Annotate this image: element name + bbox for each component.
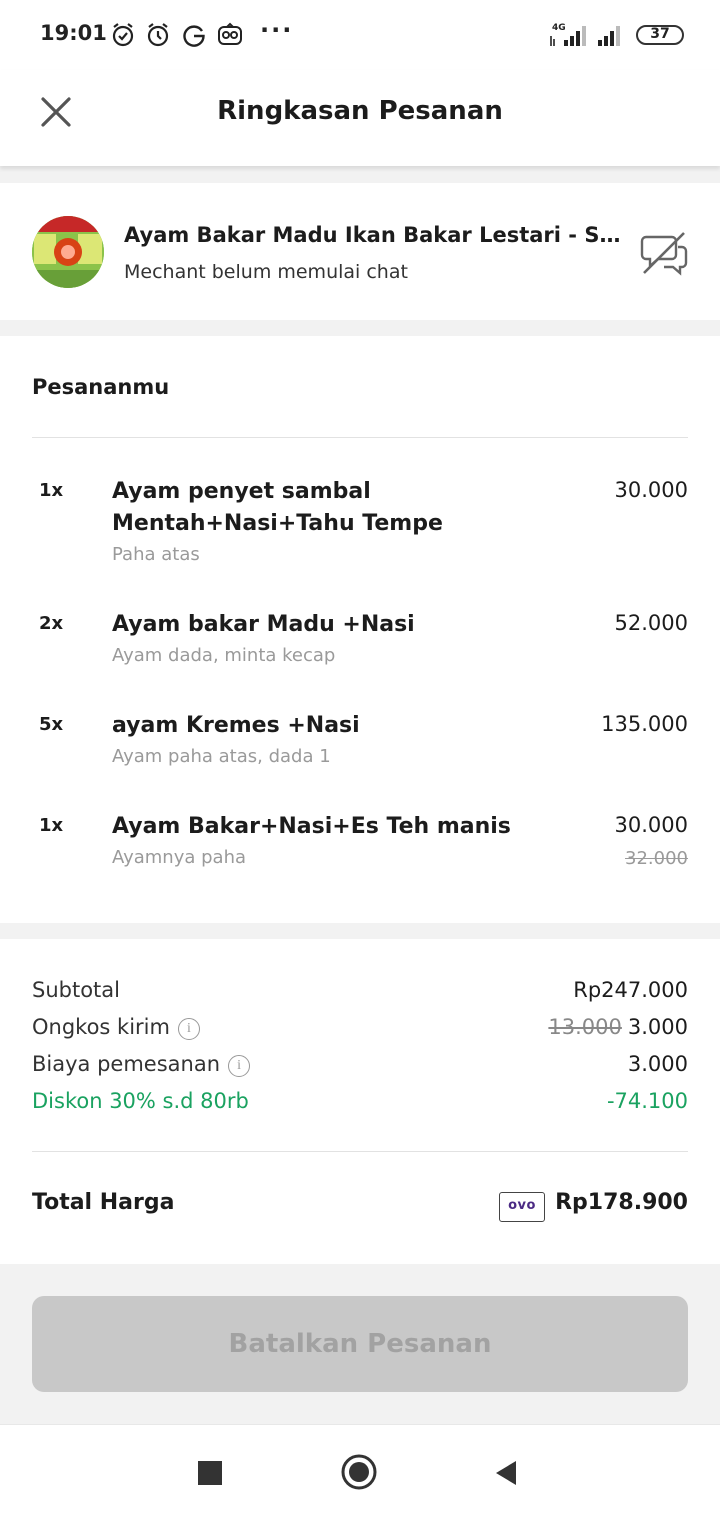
delivery-fee-row: Ongkos kirim i 13.000 3.000	[32, 1015, 688, 1045]
item-original-price: 32.000	[625, 848, 688, 869]
order-list-section: Pesananmu 1x Ayam penyet sambal Mentah+N…	[0, 336, 720, 923]
divider	[32, 437, 688, 438]
cancel-order-button[interactable]: Batalkan Pesanan	[32, 1296, 688, 1392]
order-fee-value: 3.000	[627, 1052, 688, 1076]
network-type-label: 4G	[552, 23, 566, 33]
item-note: Paha atas	[112, 544, 200, 565]
item-note: Ayam paha atas, dada 1	[112, 746, 331, 767]
item-note: Ayamnya paha	[112, 847, 247, 868]
item-quantity: 1x	[39, 480, 64, 501]
delivery-fee-value: 3.000	[627, 1015, 688, 1039]
total-value: Rp178.900	[555, 1190, 688, 1215]
item-quantity: 1x	[39, 815, 64, 836]
item-price: 30.000	[614, 813, 688, 837]
item-name: ayam Kremes +Nasi	[112, 713, 360, 738]
home-icon[interactable]	[340, 1453, 378, 1491]
ovo-payment-badge: ovo	[499, 1192, 545, 1222]
subtotal-row: Subtotal Rp247.000	[32, 978, 688, 1008]
item-price: 135.000	[601, 712, 688, 736]
signal-icon	[598, 26, 620, 46]
signal-4g-icon: 4G	[550, 23, 586, 46]
recents-icon[interactable]	[198, 1461, 222, 1485]
discount-row: Diskon 30% s.d 80rb -74.100	[32, 1089, 688, 1119]
order-fee-label: Biaya pemesanan	[32, 1052, 221, 1076]
item-note: Ayam dada, minta kecap	[112, 645, 336, 666]
total-label: Total Harga	[32, 1190, 175, 1215]
alarm-check-icon	[112, 23, 134, 47]
item-price: 30.000	[614, 478, 688, 502]
app-header: Ringkasan Pesanan	[0, 70, 720, 166]
item-quantity: 5x	[39, 714, 64, 735]
delivery-info-icon[interactable]: i	[177, 1018, 200, 1040]
divider	[32, 1151, 688, 1152]
item-price: 52.000	[614, 611, 688, 635]
more-notifications-icon: ···	[260, 16, 294, 44]
subtotal-label: Subtotal	[32, 978, 120, 1002]
delivery-fee-label: Ongkos kirim	[32, 1015, 170, 1039]
alarm-icon	[147, 23, 169, 47]
price-summary: Subtotal Rp247.000 Ongkos kirim i 13.000 3…	[0, 939, 720, 1264]
action-area: Batalkan Pesanan	[0, 1264, 720, 1424]
discount-label: Diskon 30% s.d 80rb	[32, 1089, 249, 1113]
chat-disabled-icon[interactable]	[638, 227, 690, 279]
tripadvisor-icon	[218, 22, 242, 45]
item-name: Ayam Bakar+Nasi+Es Teh manis	[112, 814, 511, 839]
order-fee-info-icon[interactable]: i	[228, 1055, 251, 1077]
delivery-fee-original: 13.000	[548, 1015, 622, 1039]
status-bar: 19:01 ··· 4G 37	[0, 0, 720, 70]
item-name: Ayam penyet sambal Mentah+Nasi+Tahu Temp…	[112, 479, 443, 536]
order-list-heading: Pesananmu	[32, 375, 170, 399]
back-icon[interactable]	[494, 1459, 518, 1487]
system-nav-bar	[0, 1424, 720, 1520]
merchant-avatar	[32, 216, 104, 288]
order-fee-row: Biaya pemesanan i 3.000	[32, 1052, 688, 1082]
discount-value: -74.100	[606, 1089, 688, 1113]
item-quantity: 2x	[39, 613, 64, 634]
status-time: 19:01	[40, 21, 107, 45]
item-name: Ayam bakar Madu +Nasi	[112, 612, 415, 637]
merchant-card: Ayam Bakar Madu Ikan Bakar Lestari - Suk…	[0, 183, 720, 320]
page-title: Ringkasan Pesanan	[217, 96, 503, 126]
battery-indicator: 37	[636, 25, 684, 45]
google-icon	[183, 25, 205, 47]
subtotal-value: Rp247.000	[573, 978, 688, 1002]
merchant-chat-status: Mechant belum memulai chat	[124, 261, 408, 283]
merchant-name: Ayam Bakar Madu Ikan Bakar Lestari - Suk…	[124, 223, 624, 247]
